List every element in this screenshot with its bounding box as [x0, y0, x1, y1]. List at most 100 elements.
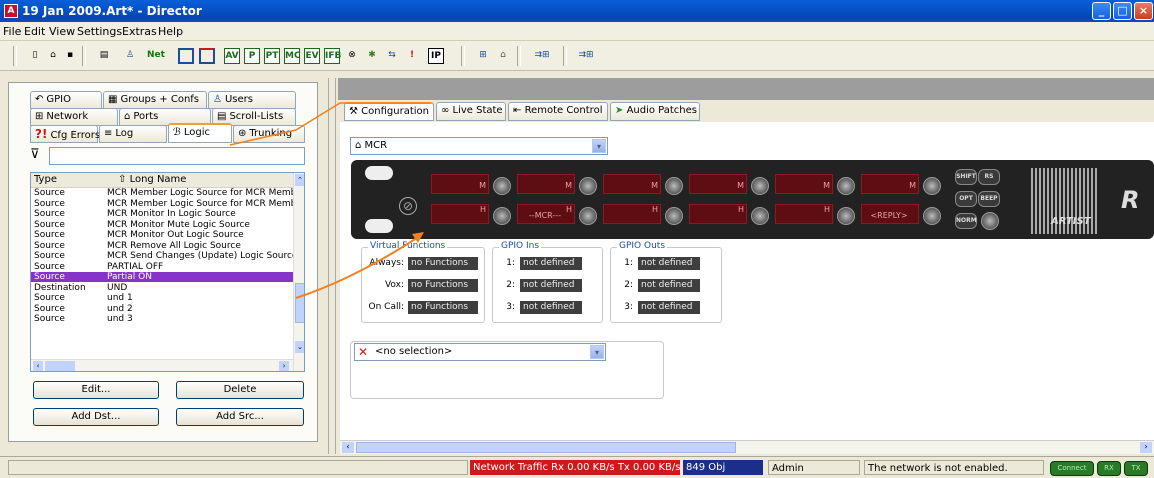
menu-file[interactable]: File — [3, 25, 21, 38]
menu-help[interactable]: Help — [158, 25, 183, 38]
column-header-long-name[interactable]: ⇧ Long Name — [104, 173, 304, 188]
display-knob[interactable] — [579, 207, 597, 225]
arrows-icon[interactable]: ⇆ — [384, 48, 400, 64]
function-value[interactable]: no Functions — [408, 301, 478, 314]
tab-users[interactable]: ♙ Users — [208, 91, 296, 109]
table-row[interactable]: Source MCR Remove All Logic Source — [31, 241, 293, 251]
display-knob[interactable] — [923, 207, 941, 225]
display-knob[interactable] — [665, 207, 683, 225]
table-row[interactable]: Source MCR Send Changes (Update) Logic So… — [31, 251, 297, 261]
table-row[interactable]: Source MCR Monitor In Logic Source — [31, 209, 293, 219]
display-knob[interactable] — [493, 177, 511, 195]
delete-button[interactable]: Delete — [176, 381, 304, 399]
ev-icon[interactable]: EV — [304, 48, 320, 64]
add-src-button[interactable]: Add Src... — [176, 408, 304, 426]
table-row[interactable]: Source MCR Monitor Out Logic Source — [31, 230, 293, 240]
norm-button[interactable]: NORM — [955, 213, 977, 229]
tool-icon[interactable]: ✱ — [364, 48, 380, 64]
tab-gpio[interactable]: ↶ GPIO — [30, 91, 102, 109]
hscroll-thumb[interactable] — [356, 442, 736, 453]
menu-view[interactable]: View — [49, 25, 75, 38]
display-knob[interactable] — [751, 177, 769, 195]
scroll-right-icon[interactable]: › — [1140, 442, 1152, 453]
print-icon[interactable]: ▤ — [96, 48, 112, 64]
table-row[interactable]: Source MCR Member Logic Source for MCR Me… — [31, 199, 302, 209]
panel-knob[interactable] — [981, 212, 999, 230]
menu-edit[interactable]: Edit — [24, 25, 45, 38]
alert-icon[interactable]: ! — [404, 48, 420, 64]
menu-extras[interactable]: Extras — [122, 25, 157, 38]
table-vscroll[interactable]: ⌃ ⌄ — [293, 173, 304, 371]
table-row[interactable]: Source MCR Member Logic Source for MCR Me… — [31, 188, 302, 198]
panel-select[interactable]: ⌂ MCR ▾ — [350, 137, 608, 155]
table-row[interactable]: Source MCR Monitor Mute Logic Source — [31, 220, 293, 230]
function-value[interactable]: not defined — [638, 301, 700, 314]
title-bar[interactable]: A 19 Jan 2009.Art* - Director _ □ × — [0, 0, 1154, 22]
tab-audio-patches[interactable]: ➤ Audio Patches — [610, 102, 700, 121]
scroll-left-icon[interactable]: ‹ — [342, 442, 354, 453]
user-icon[interactable]: ♙ — [122, 48, 138, 64]
b1-icon[interactable]: ⊞ — [475, 48, 491, 64]
hscroll-thumb[interactable] — [45, 361, 75, 371]
opt-button[interactable]: OPT — [955, 191, 977, 207]
tab-network[interactable]: ⊞ Network — [30, 108, 118, 126]
save-icon[interactable]: ▪ — [62, 48, 78, 64]
table-row[interactable]: Source Partial ON — [31, 272, 293, 282]
edit-button[interactable]: Edit... — [33, 381, 159, 399]
splitter[interactable] — [328, 78, 336, 454]
ip-icon[interactable]: IP — [428, 48, 444, 64]
window-icon[interactable] — [178, 48, 194, 64]
minimize-button[interactable]: _ — [1092, 2, 1111, 20]
panel-knob-icon[interactable]: ⊘ — [399, 197, 417, 215]
tab-groups-confs[interactable]: ▦ Groups + Confs — [103, 91, 207, 109]
tab-trunking[interactable]: ⊛ Trunking — [233, 125, 305, 143]
table-hscroll[interactable]: ‹ › — [31, 359, 293, 371]
function-value[interactable]: no Functions — [408, 279, 478, 292]
add-dst-button[interactable]: Add Dst... — [33, 408, 159, 426]
column-header-type[interactable]: Type — [31, 173, 106, 188]
tab-log[interactable]: ≡ Log — [99, 125, 167, 143]
ifb-icon[interactable]: IFB — [324, 48, 341, 64]
open-icon[interactable]: ⌂ — [45, 48, 61, 64]
display-knob[interactable] — [751, 207, 769, 225]
tab-logic[interactable]: ℬ Logic — [168, 123, 232, 143]
right-hscroll[interactable]: ‹ › — [340, 440, 1154, 454]
p-icon[interactable]: P — [244, 48, 260, 64]
scroll-right-icon[interactable]: › — [279, 361, 289, 371]
pt-icon[interactable]: PT — [264, 48, 280, 64]
b2-icon[interactable]: ⌂ — [495, 48, 511, 64]
function-value[interactable]: not defined — [638, 257, 700, 270]
display-knob[interactable] — [837, 177, 855, 195]
tab-remote-control[interactable]: ⇤ Remote Control — [508, 102, 608, 121]
tab-configuration[interactable]: ⚒ Configuration — [344, 102, 434, 121]
net-icon[interactable]: Net — [145, 48, 167, 64]
menu-settings[interactable]: Settings — [77, 25, 122, 38]
av-icon[interactable]: AV — [224, 48, 240, 64]
window2-icon[interactable] — [199, 48, 215, 64]
table-row[interactable]: Source und 1 — [31, 293, 293, 303]
beep-button[interactable]: BEEP — [978, 191, 1000, 207]
table-row[interactable]: Source und 3 — [31, 314, 293, 324]
function-value[interactable]: not defined — [520, 257, 582, 270]
artist-control-panel[interactable]: ⊘ M H M --MCR--- H M H M H M H M <REPLY> SHIFT RS OP… — [351, 160, 1154, 239]
display-knob[interactable] — [923, 177, 941, 195]
tab-cfg-errors[interactable]: ?! Cfg Errors — [30, 125, 100, 143]
maximize-button[interactable]: □ — [1113, 2, 1132, 20]
display-knob[interactable] — [837, 207, 855, 225]
scroll-up-icon[interactable]: ⌃ — [295, 174, 304, 186]
display-knob[interactable] — [493, 207, 511, 225]
b3-icon[interactable]: ⇉⊞ — [531, 48, 553, 64]
shift-button[interactable]: SHIFT — [955, 169, 977, 185]
scroll-thumb[interactable] — [295, 283, 304, 323]
table-row[interactable]: Source PARTIAL OFF — [31, 262, 293, 272]
table-row[interactable]: Destination UND — [31, 283, 293, 293]
selection-select[interactable]: ✕ <no selection> ▾ — [354, 343, 606, 361]
display-knob[interactable] — [579, 177, 597, 195]
scroll-down-icon[interactable]: ⌄ — [295, 341, 304, 353]
table-row[interactable]: Source und 2 — [31, 304, 293, 314]
function-value[interactable]: not defined — [520, 279, 582, 292]
rs-button[interactable]: RS — [978, 169, 1000, 185]
function-value[interactable]: not defined — [520, 301, 582, 314]
filter-input[interactable] — [49, 147, 305, 165]
b4-icon[interactable]: ⇉⊞ — [575, 48, 597, 64]
